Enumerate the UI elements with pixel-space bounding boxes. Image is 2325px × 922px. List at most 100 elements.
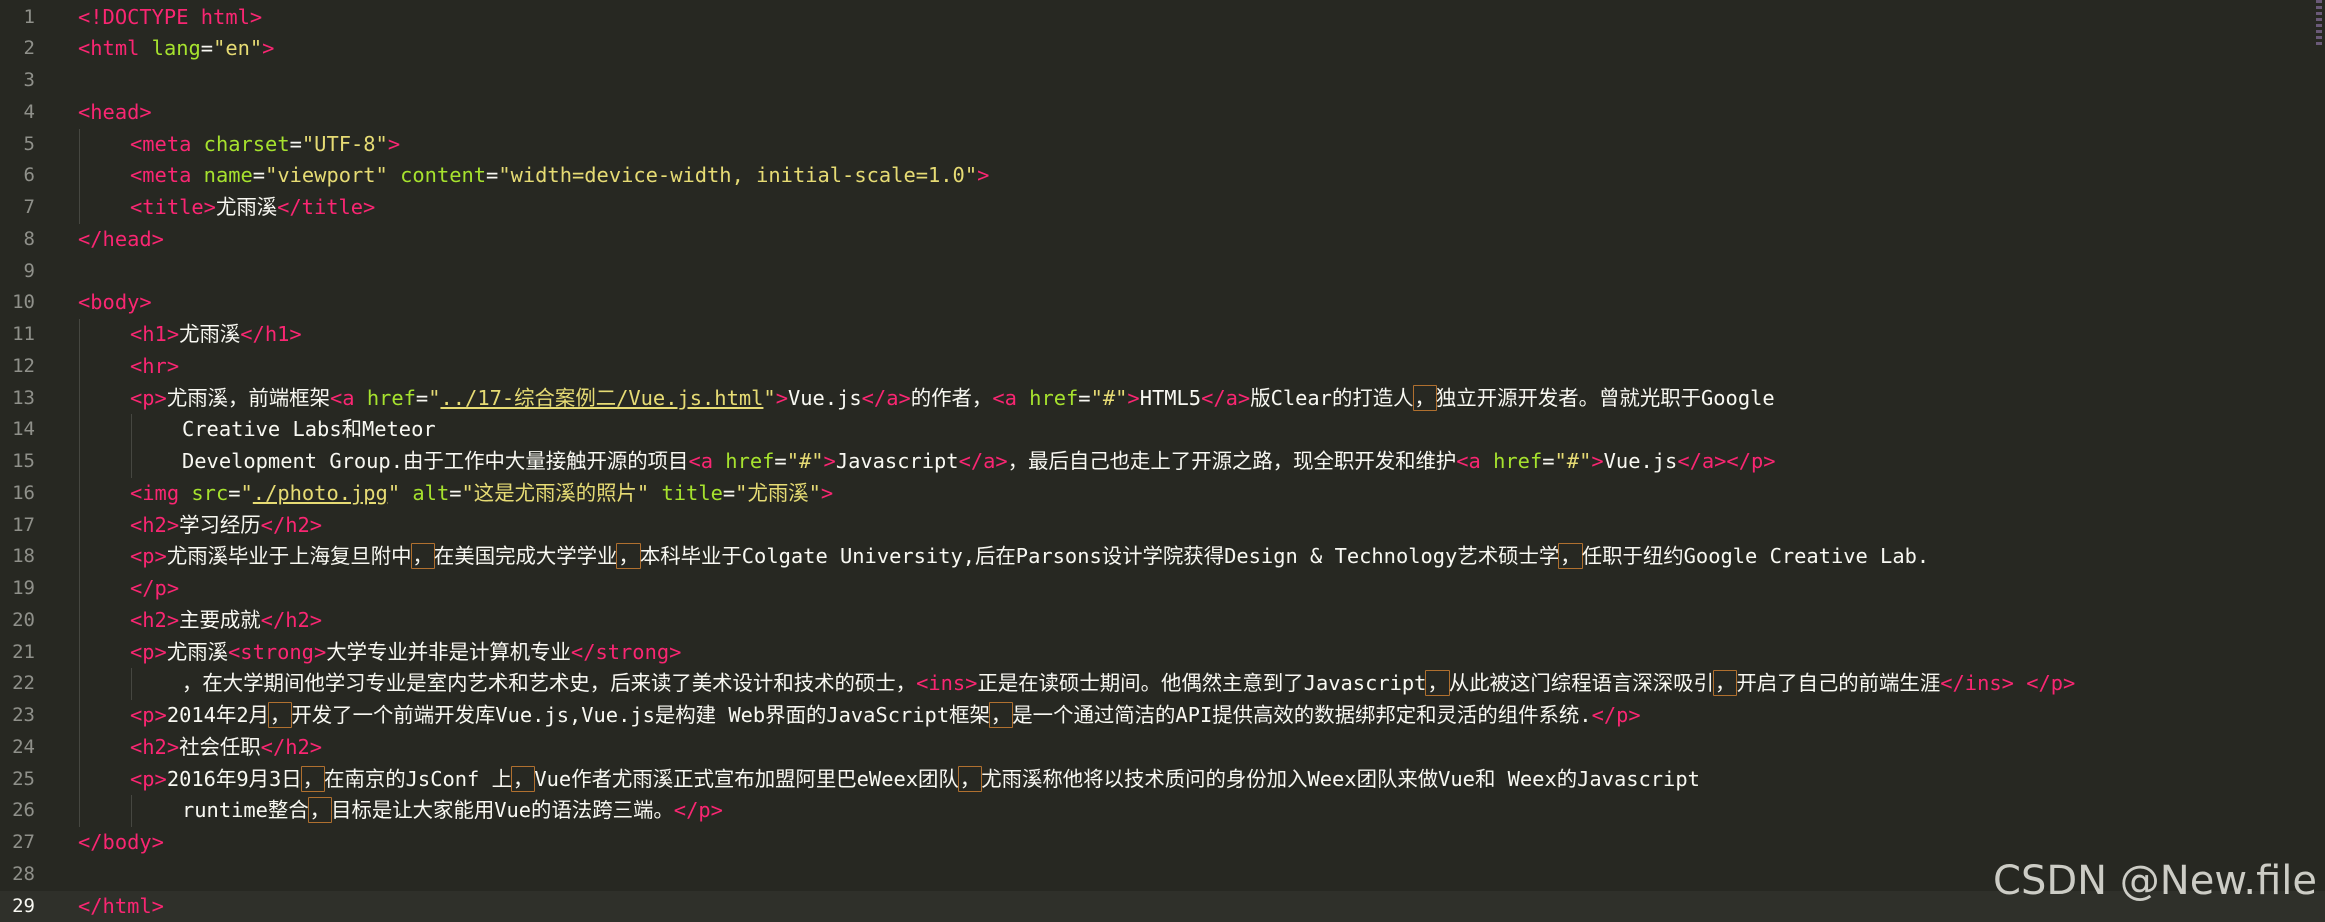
html-tag-token: <meta: [130, 132, 191, 156]
string-token: "尤雨溪": [735, 481, 821, 505]
code-line[interactable]: 6<meta name="viewport" content="width=de…: [0, 160, 2325, 192]
text-token: [1017, 386, 1029, 410]
html-tag-token: <img: [130, 481, 179, 505]
indent-guide: [79, 478, 80, 510]
code-editor[interactable]: 1<!DOCTYPE html>2<html lang="en">34<head…: [0, 0, 2325, 920]
scrollbar-marker[interactable]: [2316, 0, 2322, 56]
string-token: "UTF-8": [302, 132, 388, 156]
line-number: 19: [0, 573, 35, 605]
html-tag-token: <p>: [130, 386, 167, 410]
code-line[interactable]: 25<p>2016年9月3日，在南京的JsConf 上，Vue作者尤雨溪正式宣布…: [0, 764, 2325, 796]
html-tag-token: </body>: [78, 830, 164, 854]
code-line[interactable]: 12<hr>: [0, 351, 2325, 383]
code-line[interactable]: 7<title>尤雨溪</title>: [0, 192, 2325, 224]
code-line[interactable]: 11<h1>尤雨溪</h1>: [0, 319, 2325, 351]
code-line[interactable]: 28: [0, 859, 2325, 891]
code-line[interactable]: 2<html lang="en">: [0, 33, 2325, 65]
text-token: [388, 163, 400, 187]
code-line[interactable]: 22，在大学期间他学习专业是室内艺术和艺术史，后来读了美术设计和技术的硕士，<i…: [0, 668, 2325, 700]
string-token: "en": [213, 36, 262, 60]
attribute-token: title: [662, 481, 723, 505]
line-number: 2: [0, 33, 35, 65]
html-tag-token: <strong>: [228, 640, 326, 664]
indent-guide: [79, 129, 80, 161]
code-line[interactable]: 20<h2>主要成就</h2>: [0, 605, 2325, 637]
code-line[interactable]: 13<p>尤雨溪，前端框架<a href="../17-综合案例二/Vue.js…: [0, 383, 2325, 415]
code-line[interactable]: 15Development Group.由于工作中大量接触开源的项目<a hre…: [0, 446, 2325, 478]
code-text: <meta charset="UTF-8">: [130, 129, 400, 161]
code-line[interactable]: 29</html>: [0, 891, 2325, 922]
indent-guide: [79, 192, 80, 224]
text-token: Development Group.由于工作中大量接触开源的项目: [182, 449, 688, 473]
code-line[interactable]: 26runtime整合，目标是让大家能用Vue的语法跨三端。</p>: [0, 795, 2325, 827]
code-line[interactable]: 27</body>: [0, 827, 2325, 859]
code-line[interactable]: 5<meta charset="UTF-8">: [0, 129, 2325, 161]
attribute-token: href: [1493, 449, 1542, 473]
code-line[interactable]: 10<body>: [0, 287, 2325, 319]
code-line[interactable]: 16<img src="./photo.jpg" alt="这是尤雨溪的照片" …: [0, 478, 2325, 510]
text-token: 任职于纽约Google Creative Lab.: [1582, 544, 1929, 568]
html-tag-token: </p>: [2026, 671, 2075, 695]
indent-guide: [79, 414, 80, 446]
text-token: =: [290, 132, 302, 156]
code-line[interactable]: 24<h2>社会任职</h2>: [0, 732, 2325, 764]
code-text: <p>2014年2月，开发了一个前端开发库Vue.js,Vue.js是构建 We…: [130, 700, 1641, 732]
line-number: 9: [0, 256, 35, 288]
text-token: [191, 132, 203, 156]
html-tag-token: <h2>: [130, 735, 179, 759]
code-line[interactable]: 1<!DOCTYPE html>: [0, 2, 2325, 34]
code-line[interactable]: 3: [0, 65, 2325, 97]
line-number: 26: [0, 795, 35, 827]
code-line[interactable]: 9: [0, 256, 2325, 288]
fullwidth-comma-marker: ，: [411, 543, 435, 569]
attribute-token: content: [400, 163, 486, 187]
code-text: </body>: [78, 827, 164, 859]
text-token: =: [723, 481, 735, 505]
code-line[interactable]: 8</head>: [0, 224, 2325, 256]
html-tag-token: >: [776, 386, 788, 410]
text-token: =: [253, 163, 265, 187]
code-text: <h2>学习经历</h2>: [130, 510, 322, 542]
html-tag-token: >: [388, 132, 400, 156]
attribute-token: href: [725, 449, 774, 473]
fullwidth-comma-marker: ，: [268, 702, 292, 728]
text-token: 尤雨溪: [216, 195, 277, 219]
html-tag-token: >: [824, 449, 836, 473]
text-token: [400, 481, 412, 505]
code-line[interactable]: 23<p>2014年2月，开发了一个前端开发库Vue.js,Vue.js是构建 …: [0, 700, 2325, 732]
html-tag-token: </h2>: [261, 608, 322, 632]
indent-guide: [79, 764, 80, 796]
code-line[interactable]: 19 </p>: [0, 573, 2325, 605]
line-number: 18: [0, 541, 35, 573]
text-token: 开发了一个前端开发库Vue.js,Vue.js是构建 Web界面的JavaScr…: [291, 703, 990, 727]
indent-guide: [79, 446, 80, 478]
fullwidth-comma-marker: ，: [511, 766, 535, 792]
text-token: =: [774, 449, 786, 473]
code-text: <p>2016年9月3日，在南京的JsConf 上，Vue作者尤雨溪正式宣布加盟…: [130, 764, 1700, 796]
html-tag-token: <h1>: [130, 322, 179, 346]
indent-guide: [79, 351, 80, 383]
text-token: [713, 449, 725, 473]
code-line[interactable]: 14Creative Labs和Meteor: [0, 414, 2325, 446]
line-number: 22: [0, 668, 35, 700]
text-token: =: [449, 481, 461, 505]
html-tag-token: <a: [688, 449, 713, 473]
code-text: </p>: [130, 573, 179, 605]
indent-guide: [79, 510, 80, 542]
code-text: <p>尤雨溪<strong>大学专业并非是计算机专业</strong>: [130, 637, 681, 669]
code-line[interactable]: 4<head>: [0, 97, 2325, 129]
code-line[interactable]: 17<h2>学习经历</h2>: [0, 510, 2325, 542]
code-text: Development Group.由于工作中大量接触开源的项目<a href=…: [182, 446, 1776, 478]
indent-guide: [79, 319, 80, 351]
code-line[interactable]: 18<p>尤雨溪毕业于上海复旦附中，在美国完成大学学业，本科毕业于Colgate…: [0, 541, 2325, 573]
text-token: 2014年2月: [167, 703, 269, 727]
code-line[interactable]: 21<p>尤雨溪<strong>大学专业并非是计算机专业</strong>: [0, 637, 2325, 669]
attribute-token: lang: [152, 36, 201, 60]
string-token: "#": [787, 449, 824, 473]
text-token: 独立开源开发者。曾就光职于Google: [1436, 386, 1775, 410]
text-token: Vue.js: [1604, 449, 1678, 473]
code-text: <head>: [78, 97, 152, 129]
code-text: <h2>主要成就</h2>: [130, 605, 322, 637]
text-token: 版Clear的打造人: [1250, 386, 1413, 410]
string-token: "这是尤雨溪的照片": [462, 481, 650, 505]
